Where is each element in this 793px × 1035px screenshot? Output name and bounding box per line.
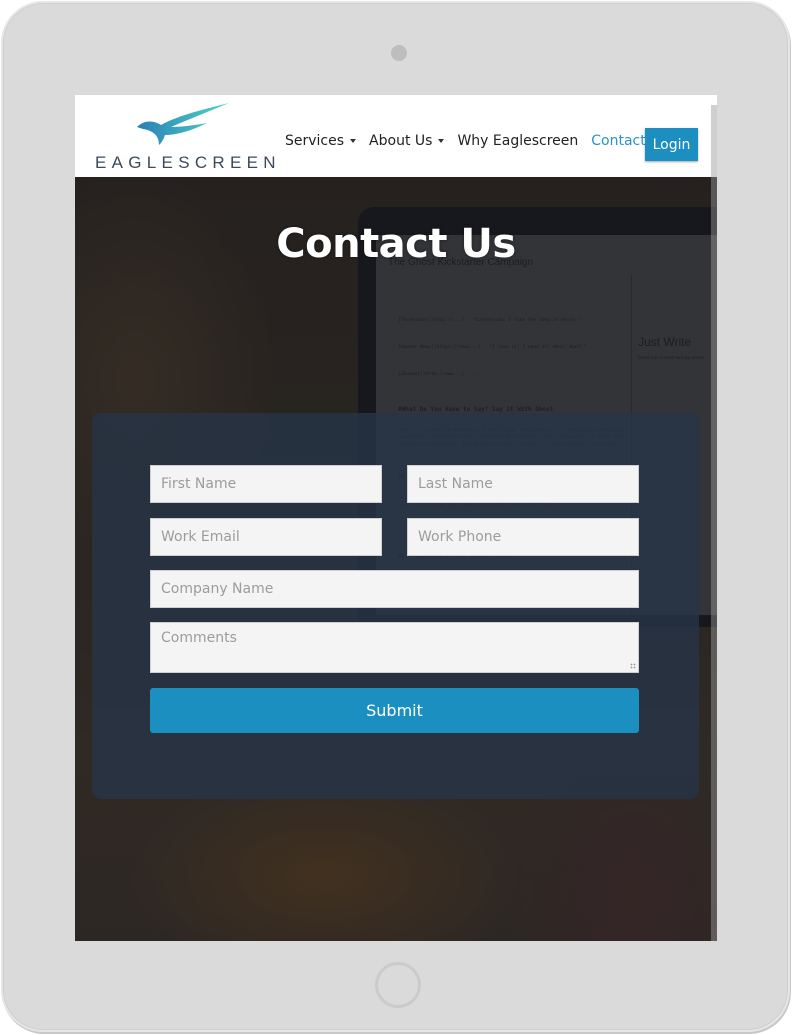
eagle-swoosh-icon bbox=[137, 103, 229, 145]
caret-down-icon bbox=[350, 139, 357, 143]
hero-section: The Ghost Kickstarter Campaign [TechAuth… bbox=[75, 177, 717, 941]
nav-item-about-us[interactable]: About Us bbox=[369, 133, 445, 149]
first-name-input[interactable] bbox=[150, 465, 382, 503]
comments-textarea[interactable] bbox=[150, 622, 639, 673]
work-email-input[interactable] bbox=[150, 518, 382, 556]
work-phone-input[interactable] bbox=[407, 518, 639, 556]
main-nav: Services About Us Why Eaglescreen Contac… bbox=[285, 133, 681, 149]
page-title: Contact Us bbox=[276, 221, 516, 267]
site-header: EAGLESCREEN Services About Us Why Eagles… bbox=[75, 95, 717, 177]
nav-label: Why Eaglescreen bbox=[457, 133, 579, 149]
company-name-input[interactable] bbox=[150, 570, 639, 608]
camera-icon bbox=[391, 45, 407, 61]
browser-viewport: EAGLESCREEN Services About Us Why Eagles… bbox=[75, 95, 717, 941]
resize-grip-icon[interactable] bbox=[630, 663, 636, 669]
page-scrollbar[interactable] bbox=[711, 105, 717, 941]
home-button[interactable] bbox=[375, 962, 421, 1008]
scrollbar-thumb[interactable] bbox=[711, 105, 717, 177]
nav-label: Services bbox=[285, 133, 345, 149]
login-button[interactable]: Login bbox=[645, 128, 698, 161]
last-name-input[interactable] bbox=[407, 465, 639, 503]
caret-down-icon bbox=[438, 139, 445, 143]
logo-text: EAGLESCREEN bbox=[95, 153, 281, 172]
submit-button[interactable]: Submit bbox=[150, 688, 639, 733]
nav-label: About Us bbox=[369, 133, 433, 149]
contact-form: Submit bbox=[92, 413, 699, 799]
nav-item-why-eaglescreen[interactable]: Why Eaglescreen bbox=[457, 133, 578, 149]
nav-item-services[interactable]: Services bbox=[285, 133, 357, 149]
logo[interactable]: EAGLESCREEN bbox=[95, 103, 276, 172]
